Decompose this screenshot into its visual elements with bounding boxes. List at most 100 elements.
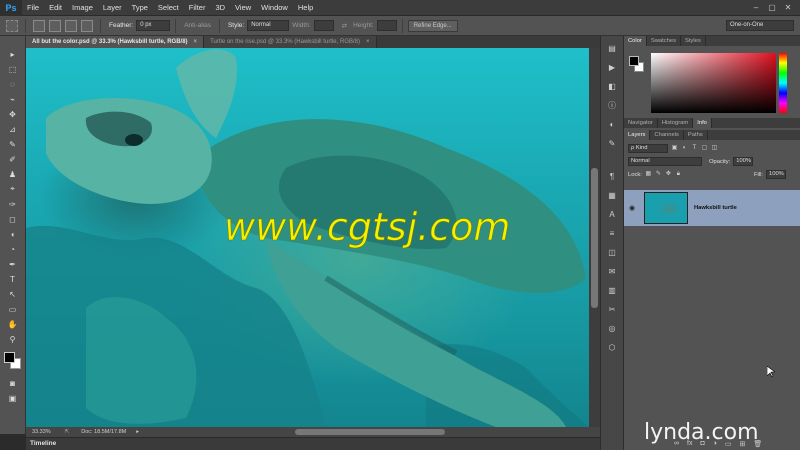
smart-object-filter-icon[interactable]: ◫ [711, 145, 718, 152]
minimize-button[interactable]: – [750, 3, 762, 13]
link-layers-icon[interactable]: ∞ [674, 440, 679, 448]
tab-all-but-the-color[interactable]: All but the color.psd @ 33.3% (Hawksbill… [26, 36, 205, 48]
menu-image[interactable]: Image [67, 0, 98, 16]
brush-tool-icon[interactable]: ✐ [5, 152, 21, 166]
maximize-button[interactable]: ▢ [766, 3, 778, 13]
adjustment-filter-icon[interactable]: ◐ [681, 145, 688, 152]
history-panel-icon[interactable]: ▤ [605, 42, 619, 55]
tab-swatches[interactable]: Swatches [647, 36, 681, 46]
menu-file[interactable]: File [22, 0, 44, 16]
lock-position-icon[interactable]: ✥ [665, 171, 672, 178]
fill-input[interactable]: 100% [766, 170, 786, 179]
gradient-tool-icon[interactable]: ◻ [5, 212, 21, 226]
menu-layer[interactable]: Layer [98, 0, 127, 16]
brush-panel-icon[interactable]: ✎ [605, 137, 619, 150]
horizontal-scrollbar[interactable] [294, 429, 445, 435]
hue-slider[interactable] [779, 53, 787, 113]
tab-color[interactable]: Color [624, 36, 647, 46]
blend-mode-select[interactable]: Normal [628, 157, 702, 166]
color-picker-field[interactable] [651, 53, 776, 113]
tab-channels[interactable]: Channels [650, 130, 684, 140]
tab-navigator[interactable]: Navigator [624, 118, 658, 128]
zoom-tool-icon[interactable]: ⚲ [5, 332, 21, 346]
lock-pixels-icon[interactable]: ✎ [655, 171, 662, 178]
layer-name[interactable]: Hawksbill turtle [694, 205, 737, 211]
lasso-tool-icon[interactable]: ◌ [5, 77, 21, 91]
menu-view[interactable]: View [230, 0, 256, 16]
scroll-thumb[interactable] [591, 168, 598, 308]
info-panel-icon[interactable]: ⓘ [605, 99, 619, 112]
quick-mask-icon[interactable]: ◙ [5, 376, 21, 390]
add-mask-icon[interactable]: ◘ [700, 440, 704, 448]
hand-tool-icon[interactable]: ✋ [5, 317, 21, 331]
tool-presets-icon[interactable]: ✂ [605, 303, 619, 316]
shape-filter-icon[interactable]: ▢ [701, 145, 708, 152]
height-input[interactable] [376, 20, 397, 31]
intersect-selection-icon[interactable] [81, 19, 93, 32]
close-window-button[interactable]: ✕ [782, 3, 794, 13]
crop-tool-icon[interactable]: ✥ [5, 107, 21, 121]
new-layer-icon[interactable]: ⊞ [740, 440, 746, 448]
3d-panel-icon[interactable]: ⬡ [605, 341, 619, 354]
eyedropper-tool-icon[interactable]: ⊿ [5, 122, 21, 136]
tab-turtle-on-the-rise[interactable]: Turtle on the rise.psd @ 33.3% (Hawksbil… [204, 36, 377, 48]
foreground-color-swatch[interactable] [629, 56, 639, 66]
layer-comps-icon[interactable]: ▥ [605, 284, 619, 297]
adjustment-layer-icon[interactable]: ◑ [713, 440, 717, 448]
paragraph-panel-icon[interactable]: ¶ [605, 170, 619, 183]
subtract-selection-icon[interactable] [65, 19, 77, 32]
opacity-input[interactable]: 100% [733, 157, 754, 166]
timeline-panel-tab[interactable]: Timeline [26, 437, 600, 450]
document-canvas[interactable]: www.cgtsj.com [26, 48, 589, 427]
workspace-select[interactable]: One-on-One [726, 20, 794, 31]
lock-all-icon[interactable]: 🔒︎ [675, 171, 682, 178]
marquee-tool-icon[interactable] [6, 19, 18, 32]
foreground-color-swatch[interactable] [3, 352, 15, 363]
menu-filter[interactable]: Filter [184, 0, 211, 16]
visibility-eye-icon[interactable]: ◉ [624, 204, 640, 212]
refine-edge-button[interactable]: Refine Edge... [407, 19, 458, 32]
history-brush-tool-icon[interactable]: ⌖ [5, 182, 21, 196]
path-select-tool-icon[interactable]: ↖ [5, 287, 21, 301]
quick-select-tool-icon[interactable]: ⌁ [5, 92, 21, 106]
dodge-tool-icon[interactable]: ◔ [5, 242, 21, 256]
tab-info[interactable]: Info [693, 118, 712, 128]
tab-styles[interactable]: Styles [681, 36, 706, 46]
vertical-scrollbar[interactable] [589, 48, 600, 427]
blur-tool-icon[interactable]: ◖ [5, 227, 21, 241]
menu-type[interactable]: Type [127, 0, 153, 16]
character-panel-icon[interactable]: A [605, 208, 619, 221]
lock-transparent-icon[interactable]: ▦ [645, 171, 652, 178]
menu-select[interactable]: Select [153, 0, 184, 16]
close-tab-icon[interactable]: × [366, 36, 370, 48]
menu-edit[interactable]: Edit [44, 0, 67, 16]
adjustments-panel-icon[interactable]: ◐ [605, 118, 619, 131]
menu-window[interactable]: Window [256, 0, 293, 16]
layer-item[interactable]: ◉ Hawksbill turtle [624, 190, 800, 226]
clone-stamp-tool-icon[interactable]: ♟ [5, 167, 21, 181]
eraser-tool-icon[interactable]: ✑ [5, 197, 21, 211]
anti-alias-checkbox[interactable]: Anti-alias [184, 22, 211, 29]
new-selection-icon[interactable] [33, 19, 45, 32]
feather-input[interactable]: 0 px [136, 20, 171, 31]
tab-histogram[interactable]: Histogram [658, 118, 694, 128]
menu-3d[interactable]: 3D [210, 0, 230, 16]
actions-panel-icon[interactable]: ▶ [605, 61, 619, 74]
style-select[interactable]: Normal [247, 20, 290, 31]
menu-help[interactable]: Help [293, 0, 318, 16]
properties-panel-icon[interactable]: ◧ [605, 80, 619, 93]
clone-source-icon[interactable]: ◎ [605, 322, 619, 335]
pen-tool-icon[interactable]: ✒ [5, 257, 21, 271]
status-menu-arrow-icon[interactable]: ▸ [130, 429, 145, 435]
zoom-level[interactable]: 33.33% [26, 429, 57, 435]
color-swatches[interactable] [2, 350, 24, 372]
share-icon[interactable]: ⇱ [57, 429, 78, 435]
screen-mode-icon[interactable]: ▣ [5, 391, 21, 405]
tab-paths[interactable]: Paths [684, 130, 708, 140]
swap-icon[interactable]: ⇄ [342, 22, 347, 30]
tab-layers[interactable]: Layers [624, 130, 651, 140]
type-tool-icon[interactable]: T [5, 272, 21, 286]
add-selection-icon[interactable] [49, 19, 61, 32]
kind-filter-select[interactable]: ρ Kind [628, 144, 668, 153]
close-tab-icon[interactable]: × [194, 36, 198, 48]
